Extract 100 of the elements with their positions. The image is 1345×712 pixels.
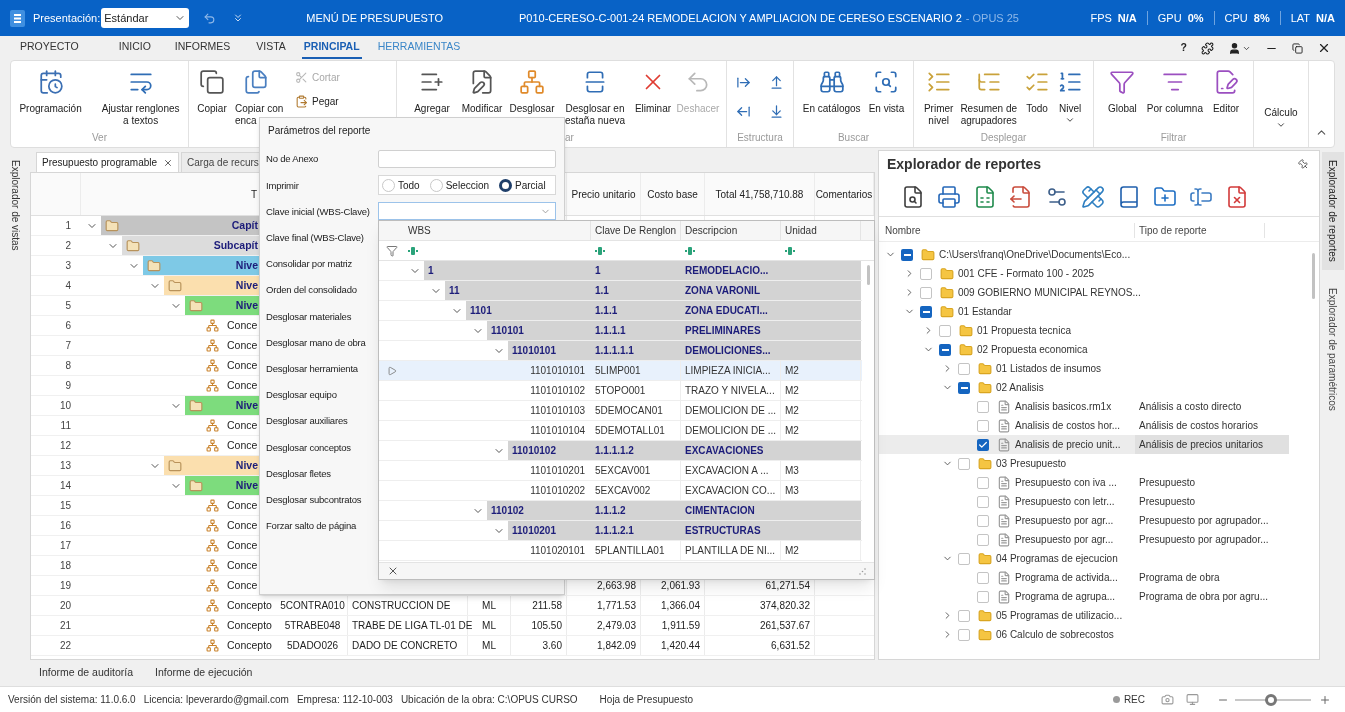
ribbon-button[interactable]: Nivel: [1054, 67, 1087, 125]
checkbox[interactable]: [977, 495, 989, 508]
folder-plus-icon[interactable]: [1153, 184, 1177, 209]
checkbox[interactable]: [958, 362, 970, 375]
spreadsheet-icon[interactable]: [973, 184, 997, 209]
file-search-icon[interactable]: [901, 184, 925, 209]
ribbon-button[interactable]: Primer nivel: [920, 67, 957, 127]
tree-row[interactable]: Analisis de precio unit... Análisis de precios unitarios: [879, 435, 1289, 454]
scrollbar[interactable]: [866, 265, 870, 285]
checkbox[interactable]: [958, 628, 970, 641]
zoom-in-icon[interactable]: [1319, 693, 1331, 706]
scrollbar[interactable]: [1311, 253, 1315, 299]
checkbox[interactable]: [939, 324, 951, 337]
list-row[interactable]: 1101010102 5TOPO001 TRAZO Y NIVELA... M2: [379, 381, 862, 401]
side-tab[interactable]: Explorador de reportes: [1321, 152, 1344, 270]
tree-row[interactable]: 02 Propuesta economica: [879, 340, 1289, 359]
checkbox[interactable]: [920, 286, 932, 299]
tree-row[interactable]: Programa de agrupa... Programa de obra por agru...: [879, 587, 1289, 606]
list-row[interactable]: 1101010202 5EXCAV002 EXCAVACION CO... M3: [379, 481, 862, 501]
tree-row[interactable]: 01 Listados de insumos: [879, 359, 1289, 378]
screen-icon[interactable]: [1186, 693, 1199, 706]
tree-row[interactable]: Presupuesto por agr... Presupuesto por agrupador...: [879, 530, 1289, 549]
filter-icon[interactable]: [385, 244, 398, 257]
checkbox[interactable]: [977, 571, 989, 584]
ribbon-button[interactable]: En vista: [865, 67, 908, 115]
menu-tab[interactable]: VISTA: [254, 37, 288, 59]
tree-row[interactable]: 001 CFE - Formato 100 - 2025: [879, 264, 1289, 283]
bottom-tab[interactable]: Informe de ejecución: [155, 665, 253, 681]
checkbox[interactable]: [958, 609, 970, 622]
close-icon[interactable]: [1317, 41, 1331, 55]
ribbon-button[interactable]: Modificar: [457, 67, 507, 115]
undo-icon[interactable]: [203, 11, 217, 25]
menu-tab[interactable]: HERRAMIENTAS: [375, 37, 463, 59]
checkbox[interactable]: [901, 248, 913, 261]
checkbox[interactable]: [958, 552, 970, 565]
file-delete-icon[interactable]: [1225, 184, 1249, 209]
tree-row[interactable]: 009 GOBIERNO MUNICIPAL REYNOS...: [879, 283, 1289, 302]
tree-row[interactable]: Presupuesto por agr... Presupuesto por agrupador...: [879, 511, 1289, 530]
tree-row[interactable]: Presupuesto con iva ... Presupuesto: [879, 473, 1289, 492]
bottom-tab[interactable]: Informe de auditoría: [39, 665, 133, 681]
side-tab[interactable]: Explorador de paramétricos: [1321, 279, 1344, 419]
checkbox[interactable]: [958, 381, 970, 394]
book-icon[interactable]: [1117, 184, 1141, 209]
arrow-up-icon[interactable]: [769, 75, 784, 90]
checkbox[interactable]: [977, 476, 989, 489]
input-field[interactable]: [378, 150, 556, 169]
list-row[interactable]: 1101010103 5DEMOCAN01 DEMOLICION DE ... M2: [379, 401, 862, 421]
document-tab[interactable]: Presupuesto programable: [36, 152, 180, 172]
checkbox[interactable]: [977, 514, 989, 527]
radio-button[interactable]: Seleccion: [429, 177, 490, 193]
checkbox[interactable]: [939, 343, 951, 356]
tree-row[interactable]: Presupuesto con letr... Presupuesto: [879, 492, 1289, 511]
side-tab[interactable]: Explorador de vistas: [7, 160, 23, 660]
restore-icon[interactable]: [1292, 42, 1303, 54]
tree-row[interactable]: 01 Propuesta tecnica: [879, 321, 1289, 340]
arrow-down-icon[interactable]: [769, 104, 784, 119]
filter-cell-icon[interactable]: [595, 245, 605, 256]
pencil-ruler-icon[interactable]: [1081, 184, 1105, 209]
printer-icon[interactable]: [937, 184, 961, 209]
checkbox[interactable]: [977, 533, 989, 546]
ribbon-button[interactable]: Resumen de agrupadores: [957, 67, 1021, 127]
checkbox[interactable]: [977, 400, 989, 413]
dropdown-field[interactable]: [378, 202, 556, 221]
ribbon-button[interactable]: Global: [1104, 67, 1140, 115]
app-logo-icon[interactable]: [10, 9, 25, 27]
user-icon[interactable]: [1228, 41, 1241, 55]
menu-tab[interactable]: INFORMES: [172, 37, 233, 59]
checkbox[interactable]: [977, 419, 989, 432]
ribbon-button[interactable]: Todo: [1021, 67, 1054, 115]
list-row[interactable]: 1101010101 5LIMP001 LIMPIEZA INICIA... M2: [379, 361, 862, 381]
checkbox[interactable]: [958, 457, 970, 470]
zoom-slider[interactable]: [1235, 693, 1311, 706]
ribbon-button[interactable]: Agregar: [407, 67, 457, 115]
list-row[interactable]: 1101010201 5EXCAV001 EXCAVACION A ... M3: [379, 461, 862, 481]
tree-row[interactable]: 05 Programas de utilizacio...: [879, 606, 1289, 625]
tree-row[interactable]: C:\Users\franq\OneDrive\Documents\Eco...: [879, 245, 1289, 264]
presentation-dropdown[interactable]: Estándar: [101, 8, 190, 28]
ribbon-button[interactable]: Eliminar: [633, 67, 673, 115]
filter-cell-icon[interactable]: [408, 245, 418, 256]
radio-button[interactable]: Todo: [382, 177, 420, 193]
help-button[interactable]: ?: [1180, 40, 1187, 56]
puzzle-icon[interactable]: [1201, 41, 1214, 55]
checkbox[interactable]: [920, 305, 932, 318]
checkbox[interactable]: [977, 590, 989, 603]
checkbox[interactable]: [977, 438, 989, 451]
ribbon-button[interactable]: Copiar: [191, 67, 233, 115]
tree-row[interactable]: Analisis basicos.rm1x Análisis a costo directo: [879, 397, 1289, 416]
tree-row[interactable]: Analisis de costos hor... Análisis de costos horarios: [879, 416, 1289, 435]
ribbon-button[interactable]: Editor: [1209, 67, 1243, 115]
tree-row[interactable]: 06 Calculo de sobrecostos: [879, 625, 1289, 644]
ribbon-button[interactable]: Cálculo: [1260, 67, 1302, 130]
record-icon[interactable]: [1112, 696, 1120, 703]
radio-button[interactable]: Parcial: [499, 177, 546, 193]
tree-row[interactable]: Programa de activida... Programa de obra: [879, 568, 1289, 587]
tree-row[interactable]: 01 Estandar: [879, 302, 1289, 321]
arrow-left-icon[interactable]: [736, 104, 751, 119]
tree-row[interactable]: 02 Analisis: [879, 378, 1289, 397]
ribbon-button[interactable]: En catálogos: [799, 67, 864, 115]
ribbon-button[interactable]: Por columna: [1143, 67, 1206, 115]
ribbon-button[interactable]: Programación: [16, 67, 85, 115]
